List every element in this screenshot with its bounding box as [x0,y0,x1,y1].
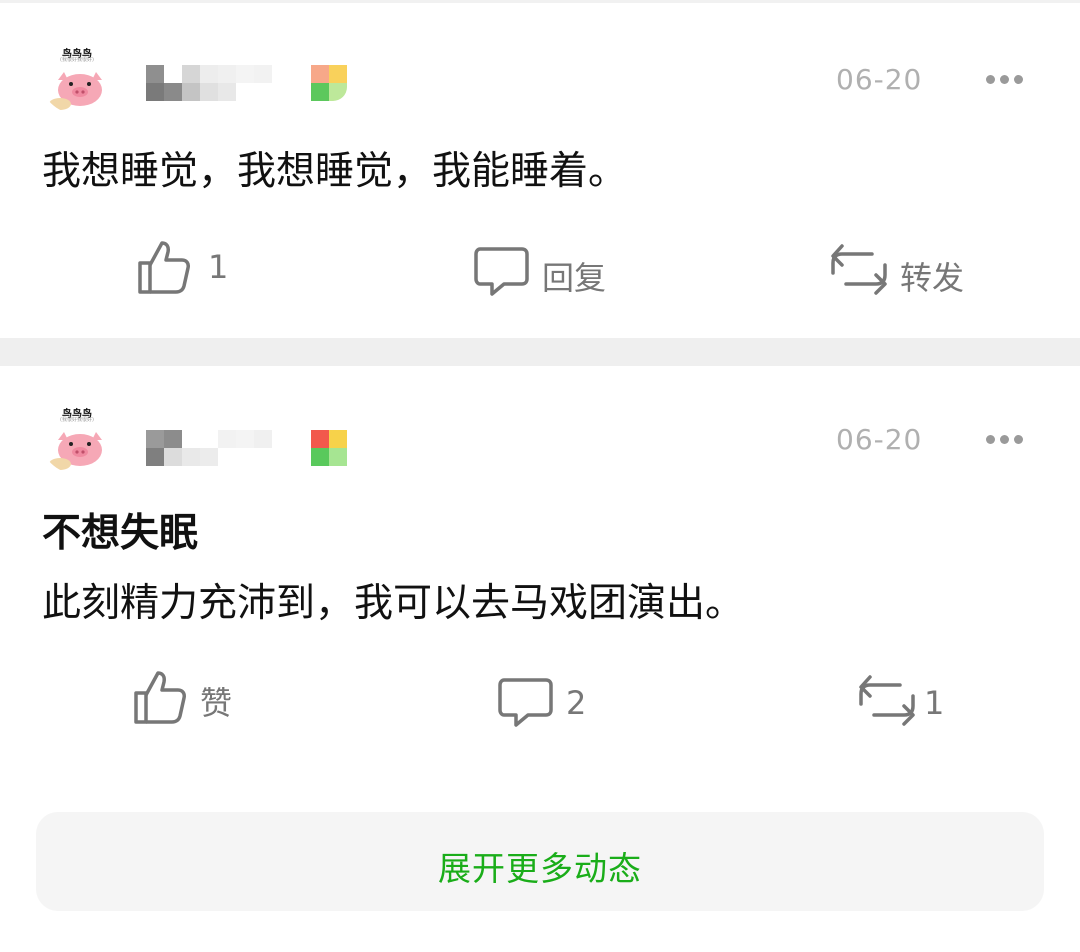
expand-more-button[interactable]: 展开更多动态 [36,812,1044,911]
mosaic-cell [164,83,182,101]
thumbs-up-icon [138,241,190,294]
comment-count: 2 [566,684,587,722]
more-options-button[interactable] [982,69,1028,89]
repost-count: 1 [924,684,945,722]
mosaic-cell [218,65,236,83]
like-button[interactable]: 1 [136,238,236,298]
like-button[interactable]: 赞 [132,668,252,728]
repost-button[interactable]: 1 [856,674,956,734]
mosaic-cell [200,448,218,466]
mosaic-cell [200,83,218,101]
mosaic-cell [146,430,164,448]
post-time: 06-20 [836,63,923,96]
level-badge-cell [329,83,347,101]
avatar[interactable]: 鸟鸟鸟 (我很好我很好) [40,40,114,114]
mosaic-cell [146,65,164,83]
level-badge-cell [311,430,329,448]
level-badge-icon [311,430,347,466]
mosaic-cell [236,65,254,83]
level-badge-cell [311,83,329,101]
comment-bubble-icon [498,678,553,727]
mosaic-cell [182,83,200,101]
mosaic-cell [164,448,182,466]
level-badge-cell [329,430,347,448]
repost-icon [859,675,915,726]
mosaic-cell [146,448,164,466]
comment-button[interactable]: 回复 [474,243,624,303]
mosaic-cell [182,65,200,83]
post-time: 06-20 [836,423,923,456]
thumbs-up-icon [134,671,186,724]
feed-post: 鸟鸟鸟 (我很好我很好) 06-20 [0,3,1080,338]
comment-button[interactable]: 2 [498,674,598,734]
post-body-text: 我想睡觉，我想睡觉，我能睡着。 [42,149,628,194]
level-badge-cell [329,65,347,83]
more-options-button[interactable] [982,429,1028,449]
avatar[interactable]: 鸟鸟鸟 (我很好我很好) [40,400,114,474]
mosaic-cell [254,65,272,83]
mosaic-cell [218,83,236,101]
comment-bubble-icon [474,247,529,296]
level-badge-cell [311,65,329,83]
level-badge-cell [329,448,347,466]
mosaic-cell [200,65,218,83]
mosaic-cell [254,430,272,448]
username-obscured[interactable] [146,65,276,101]
pig-icon [49,72,102,110]
post-title: 不想失眠 [42,511,199,556]
feed-post: 鸟鸟鸟 (我很好我很好) 06-20 [0,366,1080,786]
post-body-text: 此刻精力充沛到，我可以去马戏团演出。 [42,581,745,626]
expand-more-label: 展开更多动态 [438,849,642,888]
username-obscured[interactable] [146,430,276,466]
like-count: 1 [208,248,229,286]
level-badge-cell [311,448,329,466]
mosaic-cell [236,430,254,448]
like-label: 赞 [200,684,233,722]
mosaic-cell [182,448,200,466]
mosaic-cell [146,83,164,101]
post-divider [0,338,1080,366]
mosaic-cell [218,430,236,448]
repost-button[interactable]: 转发 [828,243,978,303]
comment-label: 回复 [542,259,607,297]
repost-icon [831,244,887,295]
pig-icon [49,432,102,470]
level-badge-icon [311,65,347,101]
repost-label: 转发 [900,259,965,297]
mosaic-cell [164,430,182,448]
